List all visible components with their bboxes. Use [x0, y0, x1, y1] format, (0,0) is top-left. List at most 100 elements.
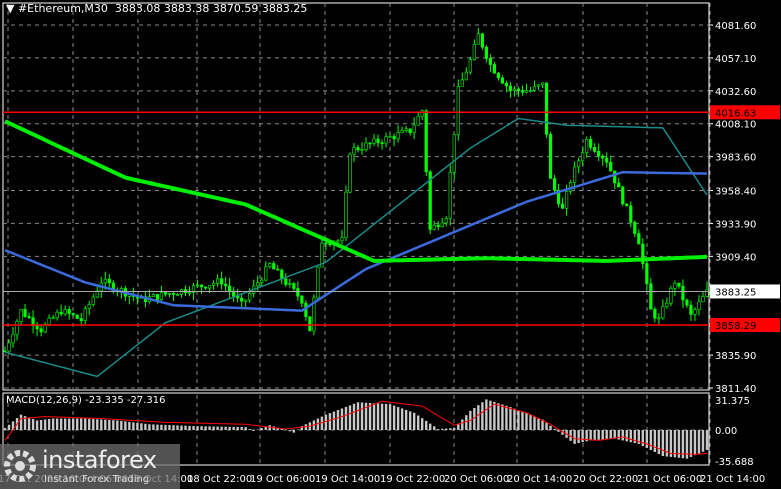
- current-price-label: 3883.25: [715, 287, 756, 298]
- candle-body: [689, 304, 693, 315]
- candle-body: [645, 263, 649, 285]
- candle-body: [496, 72, 501, 79]
- logo-tagline: Instant Forex Trading: [44, 474, 150, 485]
- candle-body: [224, 283, 228, 287]
- candle-body: [508, 85, 513, 91]
- macd-histogram-bar: [236, 426, 239, 430]
- candle-body: [203, 286, 208, 289]
- candle-body: [340, 237, 344, 242]
- candle-body: [336, 240, 340, 243]
- macd-histogram-bar: [497, 403, 500, 430]
- candle-body: [540, 82, 545, 86]
- candle-body: [244, 299, 248, 302]
- candle-body: [155, 294, 160, 300]
- candle-body: [211, 283, 216, 286]
- candle-body: [492, 64, 496, 74]
- candle-body: [637, 233, 641, 245]
- instaforex-logo: instaforex Instant Forex Trading: [0, 444, 180, 489]
- candle-body: [440, 222, 444, 227]
- macd-histogram-bar: [196, 426, 199, 430]
- macd-histogram-bar: [260, 428, 263, 430]
- macd-histogram-bar: [108, 419, 111, 430]
- macd-histogram-bar: [336, 410, 340, 430]
- candle-body: [585, 138, 589, 154]
- candle-body: [669, 288, 673, 304]
- candle-body: [344, 191, 348, 238]
- candle-body: [15, 321, 19, 335]
- candle-body: [51, 317, 55, 320]
- macd-histogram-bar: [31, 419, 35, 430]
- candle-body: [464, 71, 468, 81]
- main-panel-frame: [2, 2, 710, 391]
- macd-histogram-bar: [156, 424, 159, 430]
- candle-body: [87, 304, 91, 309]
- macd-histogram-bar: [445, 428, 448, 430]
- candle-body: [23, 309, 27, 317]
- candle-body: [400, 130, 404, 133]
- candle-body: [380, 142, 384, 144]
- candle-body: [701, 296, 705, 303]
- candle-body: [677, 282, 681, 287]
- price-tick-label: 3958.40: [715, 187, 756, 198]
- candle-body: [384, 136, 388, 144]
- candle-body: [597, 151, 601, 157]
- macd-tick-label: -35.688: [715, 457, 754, 468]
- macd-histogram-bar: [128, 421, 131, 430]
- macd-tick-label: 31.375: [715, 396, 750, 407]
- macd-histogram-bar: [180, 425, 183, 430]
- candle-body: [705, 289, 709, 297]
- candle-body: [199, 284, 204, 288]
- macd-histogram-bar: [416, 415, 420, 430]
- macd-histogram-bar: [396, 407, 400, 430]
- macd-histogram-bar: [629, 430, 632, 443]
- candle-body: [524, 90, 529, 93]
- macd-histogram-bar: [533, 416, 536, 430]
- macd-histogram-bar: [200, 426, 203, 430]
- price-tick-label: 4081.60: [715, 21, 756, 32]
- macd-histogram-bar: [100, 419, 103, 430]
- candle-body: [589, 138, 593, 148]
- candle-body: [79, 318, 83, 322]
- candle-body: [27, 316, 31, 318]
- collapse-triangle-icon[interactable]: ▼: [6, 2, 18, 15]
- candle-body: [633, 222, 637, 234]
- candle-body: [488, 58, 492, 65]
- macd-histogram-bar: [577, 430, 580, 444]
- macd-histogram-bar: [356, 402, 360, 430]
- macd-histogram-bar: [244, 427, 247, 430]
- macd-histogram-bar: [208, 426, 211, 430]
- macd-histogram-bar: [176, 425, 179, 430]
- candle-body: [171, 293, 176, 295]
- macd-histogram-bar: [27, 417, 31, 430]
- candle-body: [532, 85, 537, 91]
- chart-canvas[interactable]: 4081.60 4057.10 4032.60 4008.10 3983.60 3958.…: [0, 0, 781, 489]
- candle-body: [280, 269, 284, 280]
- macd-histogram-bar: [412, 412, 416, 430]
- support-line-label: 3858.29: [715, 321, 756, 332]
- macd-histogram-bar: [7, 424, 11, 430]
- candle-body: [436, 224, 440, 227]
- candle-body: [601, 155, 605, 159]
- macd-histogram-bar: [188, 425, 191, 430]
- candle-body: [613, 170, 617, 184]
- macd-histogram-bar: [144, 423, 147, 430]
- candle-body: [75, 314, 79, 319]
- candle-body: [47, 317, 51, 325]
- candle-body: [228, 285, 232, 292]
- macd-histogram-bar: [545, 422, 548, 430]
- candle-body: [621, 186, 625, 205]
- macd-histogram-bar: [39, 419, 43, 430]
- candle-body: [220, 278, 224, 285]
- macd-histogram-bar: [441, 428, 444, 430]
- macd-histogram-bar: [649, 430, 653, 450]
- candle-body: [412, 124, 416, 133]
- macd-histogram-bar: [689, 430, 693, 457]
- macd-histogram-bar: [35, 420, 39, 430]
- symbol-label: #Ethereum,M30: [17, 2, 108, 15]
- candle-body: [456, 86, 460, 135]
- macd-histogram-bar: [192, 426, 195, 430]
- candle-body: [500, 77, 505, 84]
- macd-histogram-bar: [372, 403, 376, 430]
- price-tick-label: 3909.40: [715, 252, 756, 263]
- candle-body: [573, 166, 577, 183]
